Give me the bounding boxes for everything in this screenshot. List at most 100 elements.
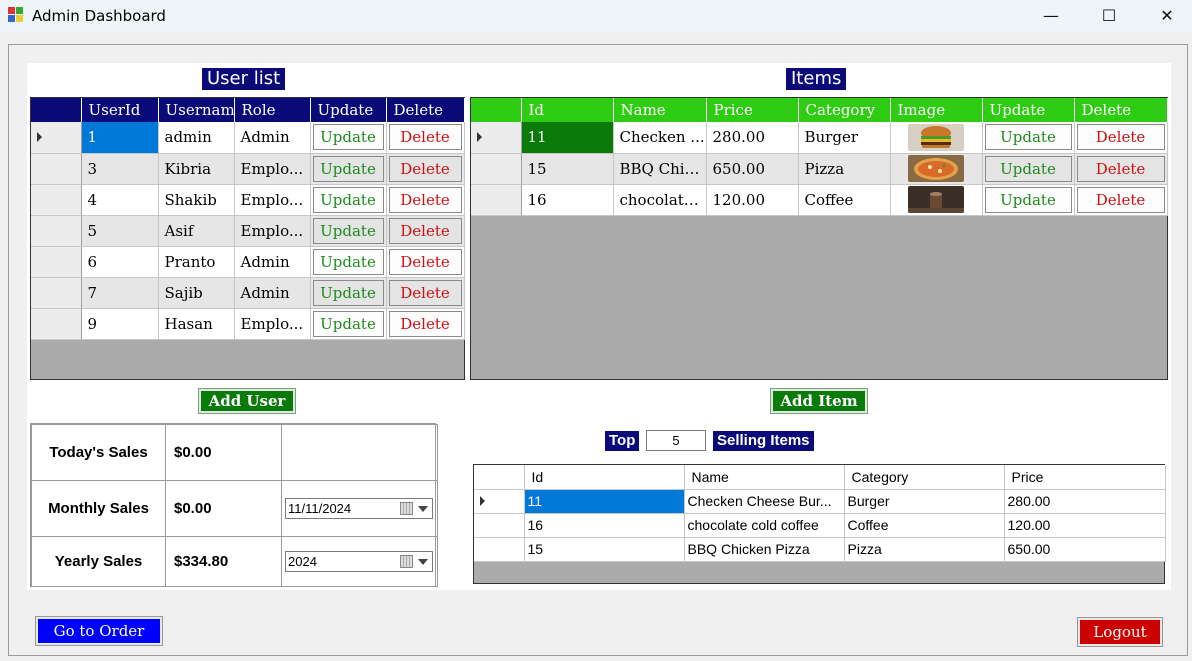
delete-user-button[interactable]: Delete xyxy=(388,186,462,213)
cell-price[interactable]: 650.00 xyxy=(706,153,799,185)
cell-id[interactable]: 16 xyxy=(521,184,614,216)
monthly-date-picker[interactable]: 11/11/2024 xyxy=(285,498,433,519)
column-header-update[interactable]: Update xyxy=(310,98,387,122)
update-item-button[interactable]: Update xyxy=(984,124,1072,151)
maximize-button[interactable]: ☐ xyxy=(1080,0,1138,30)
delete-user-button[interactable]: Delete xyxy=(388,217,462,244)
column-header-name[interactable]: Name xyxy=(684,465,845,490)
cell-price[interactable]: 650.00 xyxy=(1004,537,1166,562)
table-row[interactable]: 4 Shakib Emplo... Update Delete xyxy=(31,184,465,216)
cell-id[interactable]: 16 xyxy=(524,513,685,538)
table-row[interactable]: 3 Kibria Emplo... Update Delete xyxy=(31,153,465,185)
delete-user-button[interactable]: Delete xyxy=(388,124,462,151)
update-user-button[interactable]: Update xyxy=(312,248,384,275)
cell-userid[interactable]: 4 xyxy=(81,184,159,216)
cell-role[interactable]: Emplo... xyxy=(234,184,311,216)
row-header[interactable] xyxy=(31,246,82,278)
update-user-button[interactable]: Update xyxy=(312,124,384,151)
top-count-input[interactable]: 5 xyxy=(646,430,706,451)
go-to-order-button[interactable]: Go to Order xyxy=(35,616,163,646)
row-header[interactable] xyxy=(474,537,525,562)
row-header[interactable] xyxy=(31,277,82,309)
row-header[interactable] xyxy=(471,153,522,185)
cell-price[interactable]: 280.00 xyxy=(1004,489,1166,514)
update-user-button[interactable]: Update xyxy=(312,310,384,337)
row-header[interactable] xyxy=(474,513,525,538)
column-header-price[interactable]: Price xyxy=(1004,465,1166,490)
table-row[interactable]: 16 chocolate cold coffee Coffee 120.00 xyxy=(474,513,1166,538)
cell-username[interactable]: Shakib xyxy=(158,184,235,216)
cell-category[interactable]: Pizza xyxy=(844,537,1005,562)
cell-name[interactable]: Checken Cheese Bur... xyxy=(684,489,845,514)
row-header[interactable] xyxy=(31,308,82,340)
chevron-down-icon[interactable] xyxy=(418,559,428,565)
column-header-delete[interactable]: Delete xyxy=(386,98,465,122)
column-header-id[interactable]: Id xyxy=(524,465,685,490)
column-header-update[interactable]: Update xyxy=(982,98,1075,122)
column-header-image[interactable]: Image xyxy=(890,98,983,122)
row-header[interactable] xyxy=(471,122,522,154)
cell-role[interactable]: Admin xyxy=(234,246,311,278)
delete-user-button[interactable]: Delete xyxy=(388,279,462,306)
column-header-price[interactable]: Price xyxy=(706,98,799,122)
delete-item-button[interactable]: Delete xyxy=(1076,124,1165,151)
delete-user-button[interactable]: Delete xyxy=(388,248,462,275)
table-row[interactable]: 11 Checken ... 280.00 Burger Update Delete xyxy=(471,122,1168,154)
column-header-userid[interactable]: UserId xyxy=(81,98,159,122)
cell-username[interactable]: admin xyxy=(158,122,235,154)
cell-name[interactable]: chocolate... xyxy=(613,184,707,216)
cell-userid[interactable]: 3 xyxy=(81,153,159,185)
cell-name[interactable]: Checken ... xyxy=(613,122,707,154)
table-row[interactable]: 15 BBQ Chicken Pizza Pizza 650.00 xyxy=(474,537,1166,562)
table-row[interactable]: 15 BBQ Chic... 650.00 Pizza Update Delete xyxy=(471,153,1168,185)
cell-id[interactable]: 15 xyxy=(521,153,614,185)
column-header-username[interactable]: Usernam xyxy=(158,98,235,122)
cell-username[interactable]: Asif xyxy=(158,215,235,247)
minimize-button[interactable]: — xyxy=(1022,0,1080,30)
cell-category[interactable]: Coffee xyxy=(798,184,891,216)
cell-userid[interactable]: 9 xyxy=(81,308,159,340)
cell-userid[interactable]: 7 xyxy=(81,277,159,309)
pizza-image[interactable] xyxy=(890,153,983,185)
cell-category[interactable]: Pizza xyxy=(798,153,891,185)
column-header-delete[interactable]: Delete xyxy=(1074,98,1168,122)
logout-button[interactable]: Logout xyxy=(1077,617,1163,647)
update-item-button[interactable]: Update xyxy=(984,186,1072,213)
table-row[interactable]: 9 Hasan Emplo... Update Delete xyxy=(31,308,465,340)
cell-id[interactable]: 15 xyxy=(524,537,685,562)
row-header[interactable] xyxy=(31,153,82,185)
cell-username[interactable]: Kibria xyxy=(158,153,235,185)
column-header-category[interactable]: Category xyxy=(844,465,1005,490)
cell-userid[interactable]: 5 xyxy=(81,215,159,247)
burger-image[interactable] xyxy=(890,122,983,154)
row-header[interactable] xyxy=(31,215,82,247)
cell-username[interactable]: Hasan xyxy=(158,308,235,340)
add-user-button[interactable]: Add User xyxy=(198,388,296,414)
calendar-icon[interactable] xyxy=(400,502,413,515)
cell-role[interactable]: Emplo... xyxy=(234,215,311,247)
delete-item-button[interactable]: Delete xyxy=(1076,155,1165,182)
close-button[interactable]: ✕ xyxy=(1138,0,1192,30)
cell-price[interactable]: 120.00 xyxy=(706,184,799,216)
cell-name[interactable]: BBQ Chicken Pizza xyxy=(684,537,845,562)
calendar-icon[interactable] xyxy=(400,555,413,568)
cell-category[interactable]: Burger xyxy=(844,489,1005,514)
yearly-date-picker[interactable]: 2024 xyxy=(285,551,433,572)
cell-userid[interactable]: 1 xyxy=(81,122,159,154)
cell-price[interactable]: 120.00 xyxy=(1004,513,1166,538)
cell-role[interactable]: Emplo... xyxy=(234,153,311,185)
row-header[interactable] xyxy=(474,489,525,514)
cell-userid[interactable]: 6 xyxy=(81,246,159,278)
cell-price[interactable]: 280.00 xyxy=(706,122,799,154)
row-header[interactable] xyxy=(471,184,522,216)
update-item-button[interactable]: Update xyxy=(984,155,1072,182)
cell-category[interactable]: Coffee xyxy=(844,513,1005,538)
table-row[interactable]: 5 Asif Emplo... Update Delete xyxy=(31,215,465,247)
update-user-button[interactable]: Update xyxy=(312,155,384,182)
cell-id[interactable]: 11 xyxy=(521,122,614,154)
cell-role[interactable]: Admin xyxy=(234,122,311,154)
chevron-down-icon[interactable] xyxy=(418,506,428,512)
column-header-role[interactable]: Role xyxy=(234,98,311,122)
column-header-id[interactable]: Id xyxy=(521,98,614,122)
table-row[interactable]: 16 chocolate... 120.00 Coffee Update Delete xyxy=(471,184,1168,216)
